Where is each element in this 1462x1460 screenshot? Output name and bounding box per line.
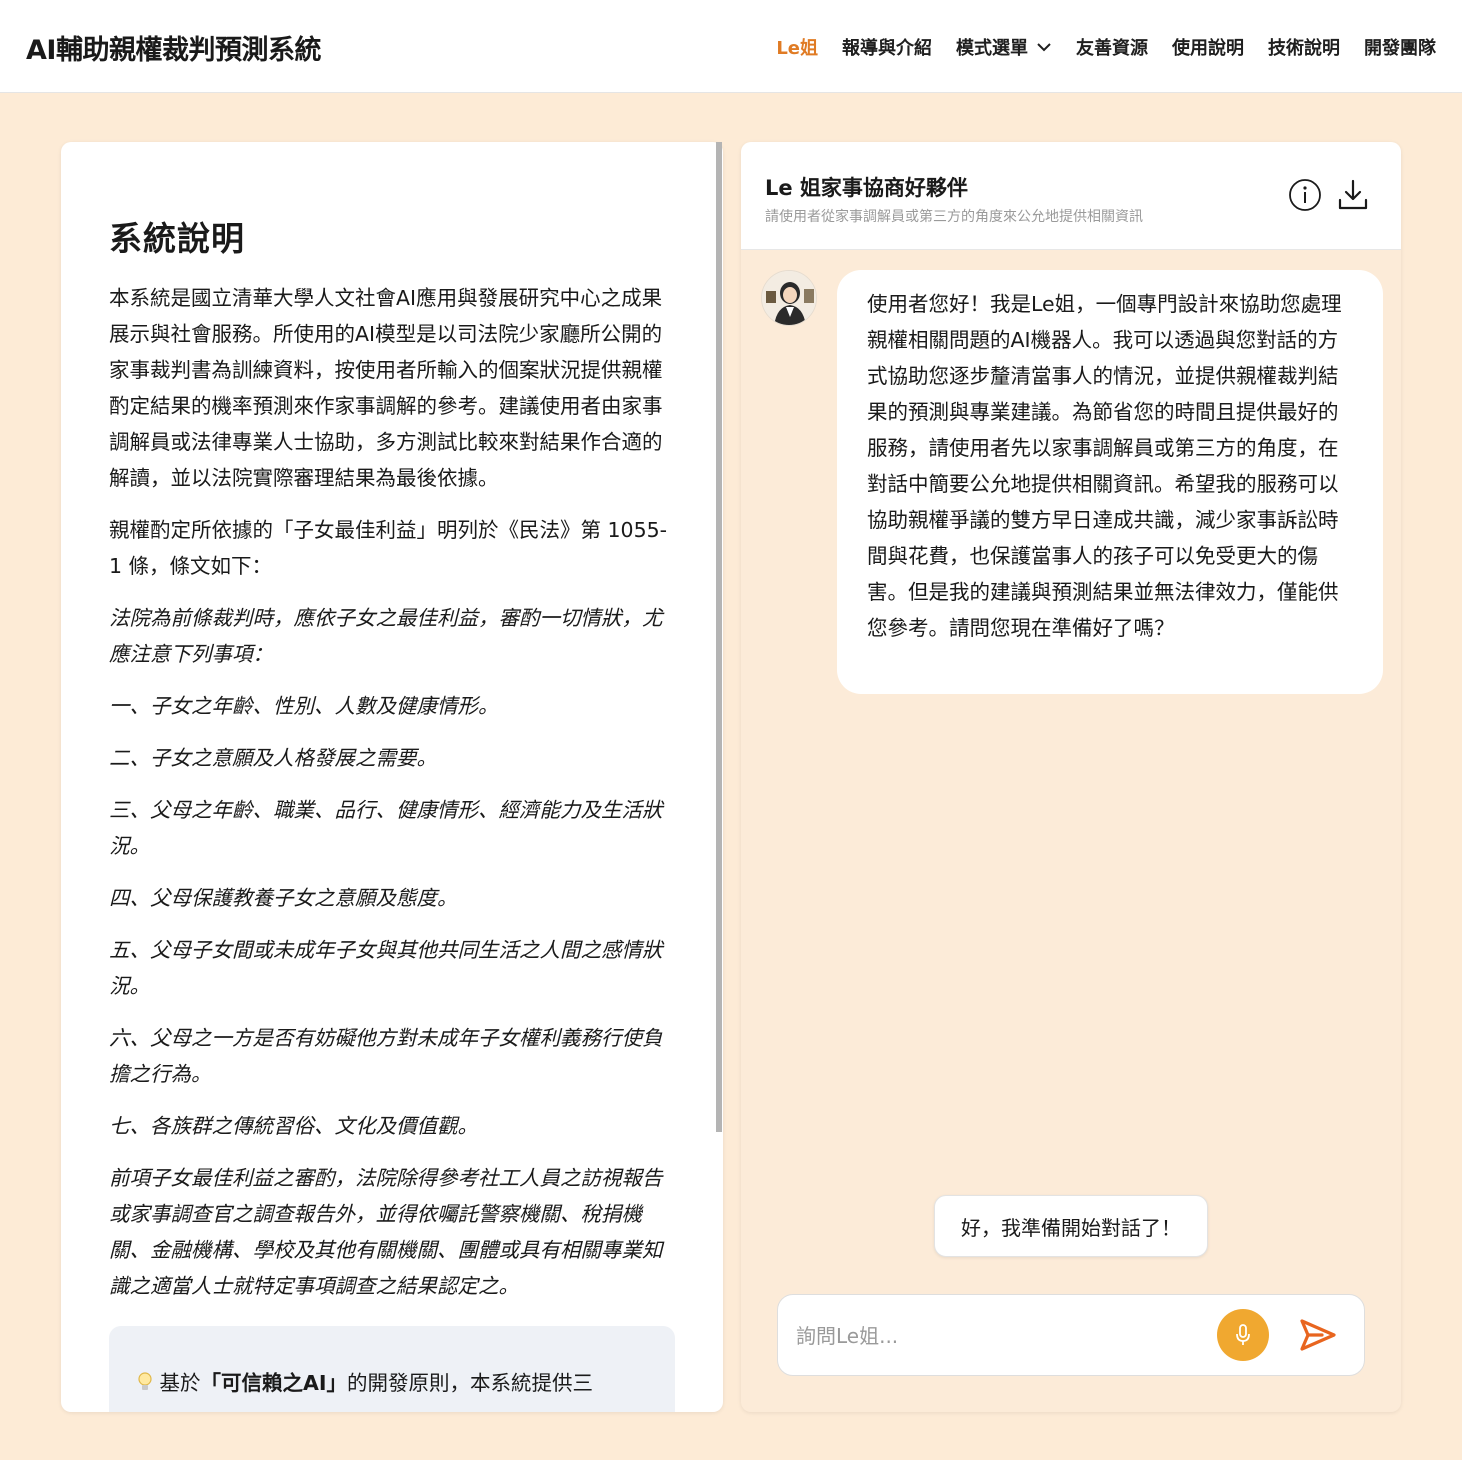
download-icon[interactable]	[1336, 178, 1370, 212]
law-item-4: 四、父母保護教養子女之意願及態度。	[109, 886, 458, 910]
nav-item-dev-team[interactable]: 開發團隊	[1364, 34, 1436, 60]
bot-message-bubble: 使用者您好！我是Le姐，一個專門設計來協助您處理親權相關問題的AI機器人。我可以…	[837, 270, 1383, 694]
law-item-7: 七、各族群之傳統習俗、文化及價值觀。	[109, 1114, 478, 1138]
nav-item-resources[interactable]: 友善資源	[1076, 34, 1148, 60]
main-nav: Le姐 報導與介紹 模式選單 友善資源 使用說明 技術說明 開發團隊	[776, 34, 1436, 60]
chat-title: Le 姐家事協商好夥伴	[765, 176, 968, 200]
nav-item-tech-notes[interactable]: 技術說明	[1268, 34, 1340, 60]
trustworthy-ai-note: 基於「可信賴之AI」的開發原則，本系統提供三	[109, 1326, 675, 1412]
left-panel-scrollbar[interactable]	[716, 142, 722, 1132]
law-item-2: 二、子女之意願及人格發展之需要。	[109, 746, 437, 770]
chat-panel: Le 姐家事協商好夥伴 請使用者從家事調解員或第三方的角度來公允地提供相關資訊 …	[741, 142, 1401, 1412]
nav-item-reports[interactable]: 報導與介紹	[842, 34, 932, 60]
chat-input[interactable]	[796, 1315, 1196, 1357]
chevron-down-icon	[1037, 43, 1051, 52]
send-icon[interactable]	[1298, 1317, 1338, 1353]
law-item-6: 六、父母之一方是否有妨礙他方對未成年子女權利義務行使負擔之行為。	[109, 1026, 663, 1086]
bot-avatar	[761, 270, 817, 326]
site-title[interactable]: AI輔助親權裁判預測系統	[26, 28, 321, 67]
law-item-5: 五、父母子女間或未成年子女與其他共同生活之人間之感情狀況。	[109, 938, 663, 998]
microphone-icon	[1236, 1324, 1250, 1345]
law-text-closing: 前項子女最佳利益之審酌，法院除得參考社工人員之訪視報告或家事調查官之調查報告外，…	[109, 1166, 663, 1298]
law-reference-paragraph: 親權酌定所依據的「子女最佳利益」明列於《民法》第 1055-1 條，條文如下：	[109, 518, 668, 578]
chat-header: Le 姐家事協商好夥伴 請使用者從家事調解員或第三方的角度來公允地提供相關資訊	[741, 142, 1401, 250]
nav-item-mode-menu[interactable]: 模式選單	[956, 34, 1052, 60]
system-description-panel[interactable]: 系統說明 本系統是國立清華大學人文社會AI應用與發展研究中心之成果展示與社會服務…	[61, 142, 723, 1412]
law-item-3: 三、父母之年齡、職業、品行、健康情形、經濟能力及生活狀況。	[109, 798, 663, 858]
law-item-1: 一、子女之年齡、性別、人數及健康情形。	[109, 694, 499, 718]
law-text-intro: 法院為前條裁判時，應依子女之最佳利益，審酌一切情狀，尤應注意下列事項：	[109, 606, 663, 666]
system-description-content: 系統說明 本系統是國立清華大學人文社會AI應用與發展研究中心之成果展示與社會服務…	[109, 212, 679, 1412]
top-navbar: AI輔助親權裁判預測系統 Le姐 報導與介紹 模式選單 友善資源 使用說明 技術…	[0, 0, 1462, 93]
nav-item-user-guide[interactable]: 使用說明	[1172, 34, 1244, 60]
info-icon[interactable]	[1288, 178, 1322, 212]
quick-reply-button[interactable]: 好，我準備開始對話了！	[934, 1195, 1208, 1257]
note-suffix: 的開發原則，本系統提供三	[347, 1371, 594, 1395]
chat-input-bar	[777, 1294, 1365, 1376]
chat-subtitle: 請使用者從家事調解員或第三方的角度來公允地提供相關資訊	[765, 209, 1143, 225]
intro-paragraph: 本系統是國立清華大學人文社會AI應用與發展研究中心之成果展示與社會服務。所使用的…	[109, 286, 663, 490]
note-prefix: 基於	[159, 1371, 201, 1395]
nav-item-mode-menu-label: 模式選單	[956, 38, 1028, 59]
nav-item-le-jie[interactable]: Le姐	[776, 34, 818, 60]
note-bold: 「可信賴之AI」	[200, 1371, 348, 1395]
microphone-button[interactable]	[1217, 1309, 1269, 1361]
system-description-title: 系統說明	[109, 219, 245, 258]
lightbulb-icon	[137, 1371, 160, 1395]
